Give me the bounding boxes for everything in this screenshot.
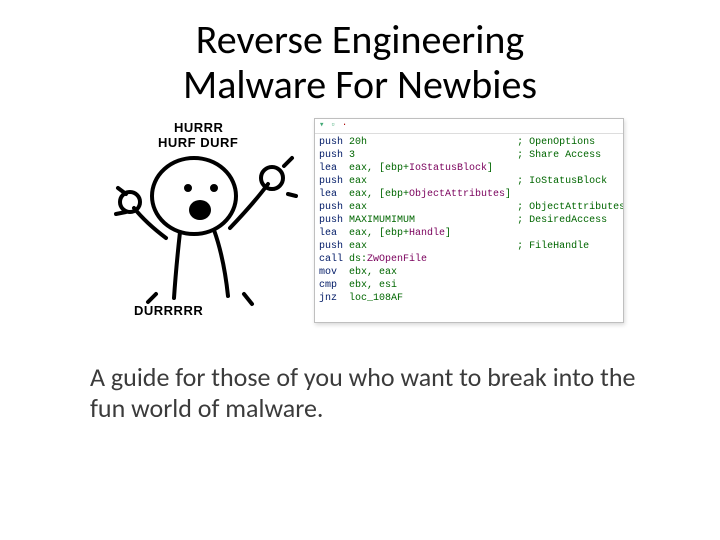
comment: ; IoStatusBlock (517, 175, 624, 188)
slide-title: Reverse Engineering Malware For Newbies (40, 18, 680, 108)
code-line: push3; Share Access (319, 149, 624, 162)
cartoon-panel: HURRR HURF DURF DURRRRR (96, 118, 306, 328)
comment (517, 279, 624, 292)
mnemonic: push (319, 175, 349, 188)
code-line: leaeax, [ebp+Handle] (319, 227, 624, 240)
operands: loc_108AF (349, 292, 517, 305)
mnemonic: push (319, 149, 349, 162)
comment (517, 227, 624, 240)
comment: ; ObjectAttributes (517, 201, 624, 214)
operands: ebx, esi (349, 279, 517, 292)
slide-subtitle: A guide for those of you who want to bre… (40, 362, 680, 425)
code-line: callds:ZwOpenFile (319, 253, 624, 266)
operands: 20h (349, 136, 517, 149)
toolbar-glyph-a-icon: ▾ (319, 119, 324, 132)
code-line: movebx, eax (319, 266, 624, 279)
operands: eax (349, 201, 517, 214)
comment: ; OpenOptions (517, 136, 624, 149)
operands: eax (349, 240, 517, 253)
mnemonic: mov (319, 266, 349, 279)
toolbar-glyph-c-icon: · (342, 119, 347, 132)
code-line: pushMAXIMUMIMUM; DesiredAccess (319, 214, 624, 227)
content-row: HURRR HURF DURF DURRRRR (40, 118, 680, 328)
title-line-1: Reverse Engineering (196, 15, 525, 64)
comment (517, 188, 624, 201)
mnemonic: push (319, 214, 349, 227)
title-line-2: Malware For Newbies (183, 60, 537, 109)
operands: eax, [ebp+ObjectAttributes] (349, 188, 517, 201)
comment: ; DesiredAccess (517, 214, 624, 227)
mnemonic: push (319, 240, 349, 253)
comment (517, 253, 624, 266)
code-line: cmpebx, esi (319, 279, 624, 292)
comment (517, 162, 624, 175)
mnemonic: push (319, 136, 349, 149)
code-line: push20h; OpenOptions (319, 136, 624, 149)
operands: eax, [ebp+Handle] (349, 227, 517, 240)
operands: ebx, eax (349, 266, 517, 279)
operands: MAXIMUMIMUM (349, 214, 517, 227)
disassembly-toolbar: ▾ ▫ · (315, 119, 623, 134)
code-line: pusheax; IoStatusBlock (319, 175, 624, 188)
comment (517, 292, 624, 305)
operands: eax (349, 175, 517, 188)
code-line: jnzloc_108AF (319, 292, 624, 305)
slide: Reverse Engineering Malware For Newbies … (0, 0, 720, 540)
operands: eax, [ebp+IoStatusBlock] (349, 162, 517, 175)
code-line: leaeax, [ebp+IoStatusBlock] (319, 162, 624, 175)
mnemonic: call (319, 253, 349, 266)
comment (517, 266, 624, 279)
disassembly-panel: ▾ ▫ · push20h; OpenOptionspush3; Share A… (314, 118, 624, 323)
operands: ds:ZwOpenFile (349, 253, 517, 266)
mnemonic: lea (319, 162, 349, 175)
cartoon-figure-icon (96, 118, 306, 328)
mnemonic: jnz (319, 292, 349, 305)
comment: ; FileHandle (517, 240, 624, 253)
mnemonic: cmp (319, 279, 349, 292)
code-line: pusheax; ObjectAttributes (319, 201, 624, 214)
comment: ; Share Access (517, 149, 624, 162)
operands: 3 (349, 149, 517, 162)
mnemonic: push (319, 201, 349, 214)
code-line: pusheax; FileHandle (319, 240, 624, 253)
toolbar-glyph-b-icon: ▫ (330, 119, 335, 132)
mnemonic: lea (319, 188, 349, 201)
mnemonic: lea (319, 227, 349, 240)
disassembly-listing: push20h; OpenOptionspush3; Share Accessl… (319, 136, 624, 305)
code-line: leaeax, [ebp+ObjectAttributes] (319, 188, 624, 201)
